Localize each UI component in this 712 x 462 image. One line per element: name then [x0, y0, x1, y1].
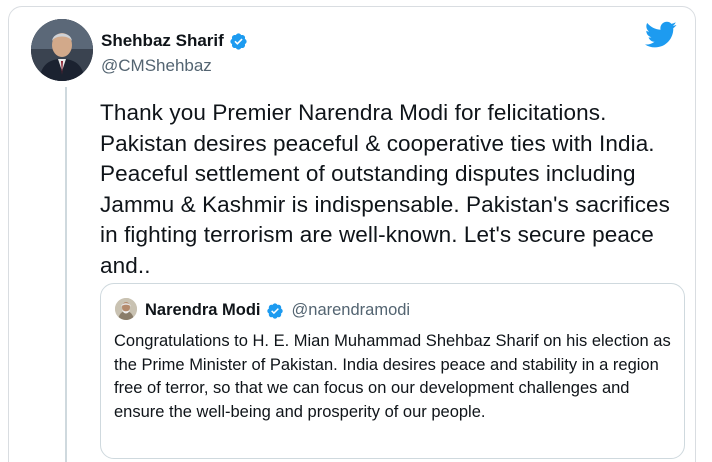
author-avatar[interactable]: [31, 19, 93, 81]
author-handle[interactable]: @CMShehbaz: [101, 56, 212, 76]
quoted-author-row[interactable]: Narendra Modi @narendramodi: [145, 301, 410, 320]
verified-badge-icon: [266, 302, 284, 320]
quoted-tweet[interactable]: Narendra Modi @narendramodi Congratulati…: [100, 283, 685, 459]
twitter-bird-icon[interactable]: [645, 21, 677, 49]
quoted-tweet-text: Congratulations to H. E. Mian Muhammad S…: [114, 332, 671, 421]
quoted-author-name[interactable]: Narendra Modi: [145, 301, 261, 320]
author-name-row[interactable]: Shehbaz Sharif: [101, 31, 248, 51]
thread-line: [65, 87, 67, 462]
quoted-author-handle[interactable]: @narendramodi: [292, 301, 411, 320]
verified-badge-icon: [229, 32, 248, 51]
quoted-author-avatar[interactable]: [115, 298, 137, 320]
tweet-card[interactable]: Shehbaz Sharif @CMShehbaz Thank you Prem…: [8, 6, 696, 462]
author-name[interactable]: Shehbaz Sharif: [101, 31, 224, 51]
tweet-text: Thank you Premier Narendra Modi for feli…: [100, 100, 671, 278]
